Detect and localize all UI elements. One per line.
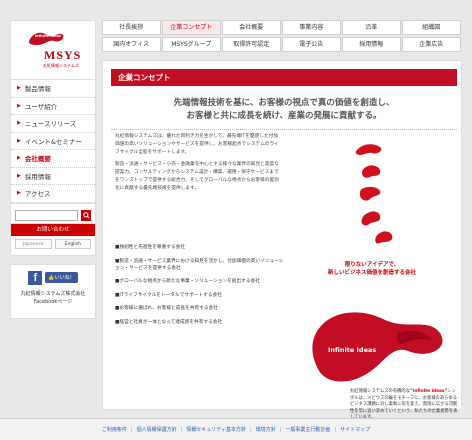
bullet-item: ■製造・流通・サービス業界における知見を活かし、付加価値の高いソリューション・サ… bbox=[115, 258, 284, 271]
language-switch: Japanese English bbox=[10, 235, 96, 256]
footer-link-action-plan[interactable]: 一般事業主行動計画 bbox=[285, 426, 330, 433]
sidebar: Infinite Ideas MSYS 丸紅情報システムズ ▶ 製品情報 ▶ ユーザ… bbox=[10, 20, 96, 319]
sidebar-item-label: 会社概要 bbox=[24, 155, 51, 164]
arrow-right-icon: ▶ bbox=[17, 85, 21, 92]
infinite-ideas-label: Infinite Ideas bbox=[328, 346, 377, 354]
symbol-caption: 丸紅情報システムズの有機的な“infinite ideas”シンボルは、メビウス… bbox=[350, 389, 458, 422]
logo-mark-text: Infinite Ideas bbox=[35, 34, 61, 38]
concept-bullets: ■独創性と先進性を尊重する会社 ■製造・流通・サービス業界における知見を活かし、… bbox=[115, 244, 285, 332]
arrow-right-icon: ▶ bbox=[17, 137, 21, 144]
tab-business[interactable]: 事業内容 bbox=[282, 20, 341, 35]
footer-separator: | bbox=[279, 426, 282, 433]
tagline: 限りないアイデアで、 新しいビジネス価値を創造する会社 bbox=[302, 261, 442, 277]
footer-separator: | bbox=[180, 426, 183, 433]
tab-msys-group[interactable]: MSYSグループ bbox=[162, 36, 221, 52]
hero-title: 先端情報技術を基に、お客様の視点で真の価値を創造し、 お客様と共に成長を続け、産… bbox=[111, 97, 457, 123]
search-box bbox=[10, 203, 96, 224]
footer: ご利用条件 | 個人情報保護方針 | 情報セキュリティ基本方針 | 環境方針 | 一般事… bbox=[0, 418, 472, 440]
bullet-item: ■グローバルな視点から新たな事業・ソリューションを創出する会社 bbox=[115, 279, 260, 284]
bullet-item: ■お客様に選ばれ、お客様と成長を共有する会社 bbox=[115, 306, 218, 311]
tab-president-message[interactable]: 社長挨拶 bbox=[102, 20, 161, 35]
tab-public-notice[interactable]: 電子公告 bbox=[282, 36, 341, 52]
footer-link-terms[interactable]: ご利用条件 bbox=[102, 426, 127, 433]
sidebar-item-label: 製品情報 bbox=[24, 85, 51, 94]
search-input[interactable] bbox=[15, 209, 78, 221]
footer-link-privacy[interactable]: 個人情報保護方針 bbox=[137, 426, 177, 433]
sidebar-item-label: ユーザ紹介 bbox=[24, 102, 58, 111]
tab-organization[interactable]: 組織図 bbox=[402, 20, 461, 35]
sidebar-item-recruit[interactable]: ▶ 採用情報 bbox=[11, 168, 95, 185]
morphing-ribbon-icons bbox=[355, 144, 393, 244]
hero-line-2: お客様と共に成長を続け、産業の発展に貢献する。 bbox=[186, 111, 382, 121]
infinite-ideas-illustration: 限りないアイデアで、 新しいビジネス価値を創造する会社 Infinite Ide… bbox=[288, 133, 458, 420]
sidebar-item-label: イベント&セミナー bbox=[24, 137, 82, 146]
facebook-like-label: いいね！ bbox=[54, 275, 75, 281]
footer-separator: | bbox=[250, 426, 252, 433]
main-content: 企業コンセプト 先端情報技術を基に、お客様の視点で真の価値を創造し、 お客様と共… bbox=[102, 60, 462, 420]
tab-advertising[interactable]: 企業広告 bbox=[402, 36, 461, 52]
facebook-banner[interactable]: f 👍いいね！ 丸紅情報システムズ株式会社 Facebookページ bbox=[10, 263, 96, 319]
concept-paragraph-2: 製造・流通・サービス・小売・金融業を中心とする様々な業界の知見と高度な提案力、コ… bbox=[115, 162, 279, 191]
concept-paragraph-1: 丸紅情報システムズは、優れた目利き力を生かして、最先端ITを駆使した付加価値の高… bbox=[115, 134, 279, 155]
footer-link-security-policy[interactable]: 情報セキュリティ基本方針 bbox=[186, 426, 246, 433]
sidebar-item-label: ニュースリリース bbox=[24, 120, 77, 129]
bullet-item: ■独創性と先進性を尊重する会社 bbox=[115, 245, 186, 250]
sidebar-nav: ▶ 製品情報 ▶ ユーザ紹介 ▶ ニュースリリース ▶ イベント&セミナー ▶ 会社概要 … bbox=[10, 80, 96, 204]
bullet-item: ■経営と社員が一体となって達成感を共有する会社 bbox=[115, 319, 223, 325]
page: Infinite Ideas MSYS 丸紅情報システムズ ▶ 製品情報 ▶ ユーザ… bbox=[10, 20, 462, 420]
footer-separator: | bbox=[334, 426, 337, 433]
lang-japanese-button[interactable]: Japanese bbox=[15, 238, 52, 249]
tab-recruit[interactable]: 採用情報 bbox=[342, 36, 401, 52]
sidebar-item-label: 採用情報 bbox=[24, 172, 51, 181]
tab-certifications[interactable]: 取得許可認定 bbox=[222, 36, 281, 52]
tab-corporate-concept[interactable]: 企業コンセプト bbox=[162, 20, 221, 35]
facebook-icon: f bbox=[28, 270, 43, 285]
bullet-item: ■ITライフサイクルをトータルでサポートする会社 bbox=[115, 292, 222, 298]
arrow-right-icon: ▶ bbox=[17, 190, 21, 197]
tab-row-1: 社長挨拶 企業コンセプト 会社概要 事業内容 沿革 組織図 bbox=[102, 20, 462, 37]
caption-highlight: “infinite ideas” bbox=[410, 389, 448, 394]
tab-history[interactable]: 沿革 bbox=[342, 20, 401, 35]
sidebar-item-company[interactable]: ▶ 会社概要 bbox=[11, 150, 95, 168]
sub-nav-tabs: 社長挨拶 企業コンセプト 会社概要 事業内容 沿革 組織図 国内オフィス MSY… bbox=[102, 20, 462, 53]
footer-separator: | bbox=[130, 426, 133, 433]
sidebar-item-label: アクセス bbox=[24, 190, 51, 199]
arrow-right-icon: ▶ bbox=[17, 155, 21, 162]
caption-pre: 丸紅情報システムズの有機的な bbox=[350, 389, 411, 394]
hero-line-1: 先端情報技術を基に、お客様の視点で真の価値を創造し、 bbox=[173, 98, 395, 108]
logo-subtitle: 丸紅情報システムズ bbox=[43, 63, 79, 68]
lang-english-button[interactable]: English bbox=[54, 238, 91, 249]
facebook-like-button[interactable]: 👍いいね！ bbox=[45, 272, 78, 283]
sidebar-item-access[interactable]: ▶ アクセス bbox=[11, 185, 95, 203]
tab-company-overview[interactable]: 会社概要 bbox=[222, 20, 281, 35]
logo[interactable]: Infinite Ideas MSYS 丸紅情報システムズ bbox=[10, 20, 96, 80]
facebook-text-line1: 丸紅情報システムズ株式会社 bbox=[20, 290, 86, 297]
arrow-right-icon: ▶ bbox=[17, 120, 21, 127]
concept-body: 丸紅情報システムズは、優れた目利き力を生かして、最先端ITを駆使した付加価値の高… bbox=[115, 133, 280, 198]
arrow-right-icon: ▶ bbox=[17, 172, 21, 179]
infinite-ideas-logo-icon bbox=[28, 32, 64, 45]
arrow-right-icon: ▶ bbox=[17, 102, 21, 109]
sidebar-item-news[interactable]: ▶ ニュースリリース bbox=[11, 115, 95, 133]
sidebar-item-users[interactable]: ▶ ユーザ紹介 bbox=[11, 98, 95, 115]
search-icon bbox=[82, 211, 90, 219]
search-button[interactable] bbox=[81, 209, 91, 221]
sidebar-item-events[interactable]: ▶ イベント&セミナー bbox=[11, 133, 95, 150]
footer-link-environment[interactable]: 環境方針 bbox=[256, 426, 276, 433]
page-title: 企業コンセプト bbox=[111, 69, 457, 86]
tagline-line-2: 新しいビジネス価値を創造する会社 bbox=[327, 270, 416, 276]
tab-row-2: 国内オフィス MSYSグループ 取得許可認定 電子公告 採用情報 企業広告 bbox=[102, 36, 462, 54]
contact-button[interactable]: お問い合わせ bbox=[10, 223, 96, 236]
logo-name: MSYS bbox=[44, 48, 82, 62]
sidebar-item-products[interactable]: ▶ 製品情報 bbox=[11, 80, 95, 98]
tagline-line-1: 限りないアイデアで、 bbox=[344, 262, 400, 268]
divider bbox=[111, 129, 457, 130]
footer-link-sitemap[interactable]: サイトマップ bbox=[340, 426, 370, 433]
facebook-text-line2: Facebookページ bbox=[33, 298, 73, 305]
tab-domestic-offices[interactable]: 国内オフィス bbox=[102, 36, 161, 52]
